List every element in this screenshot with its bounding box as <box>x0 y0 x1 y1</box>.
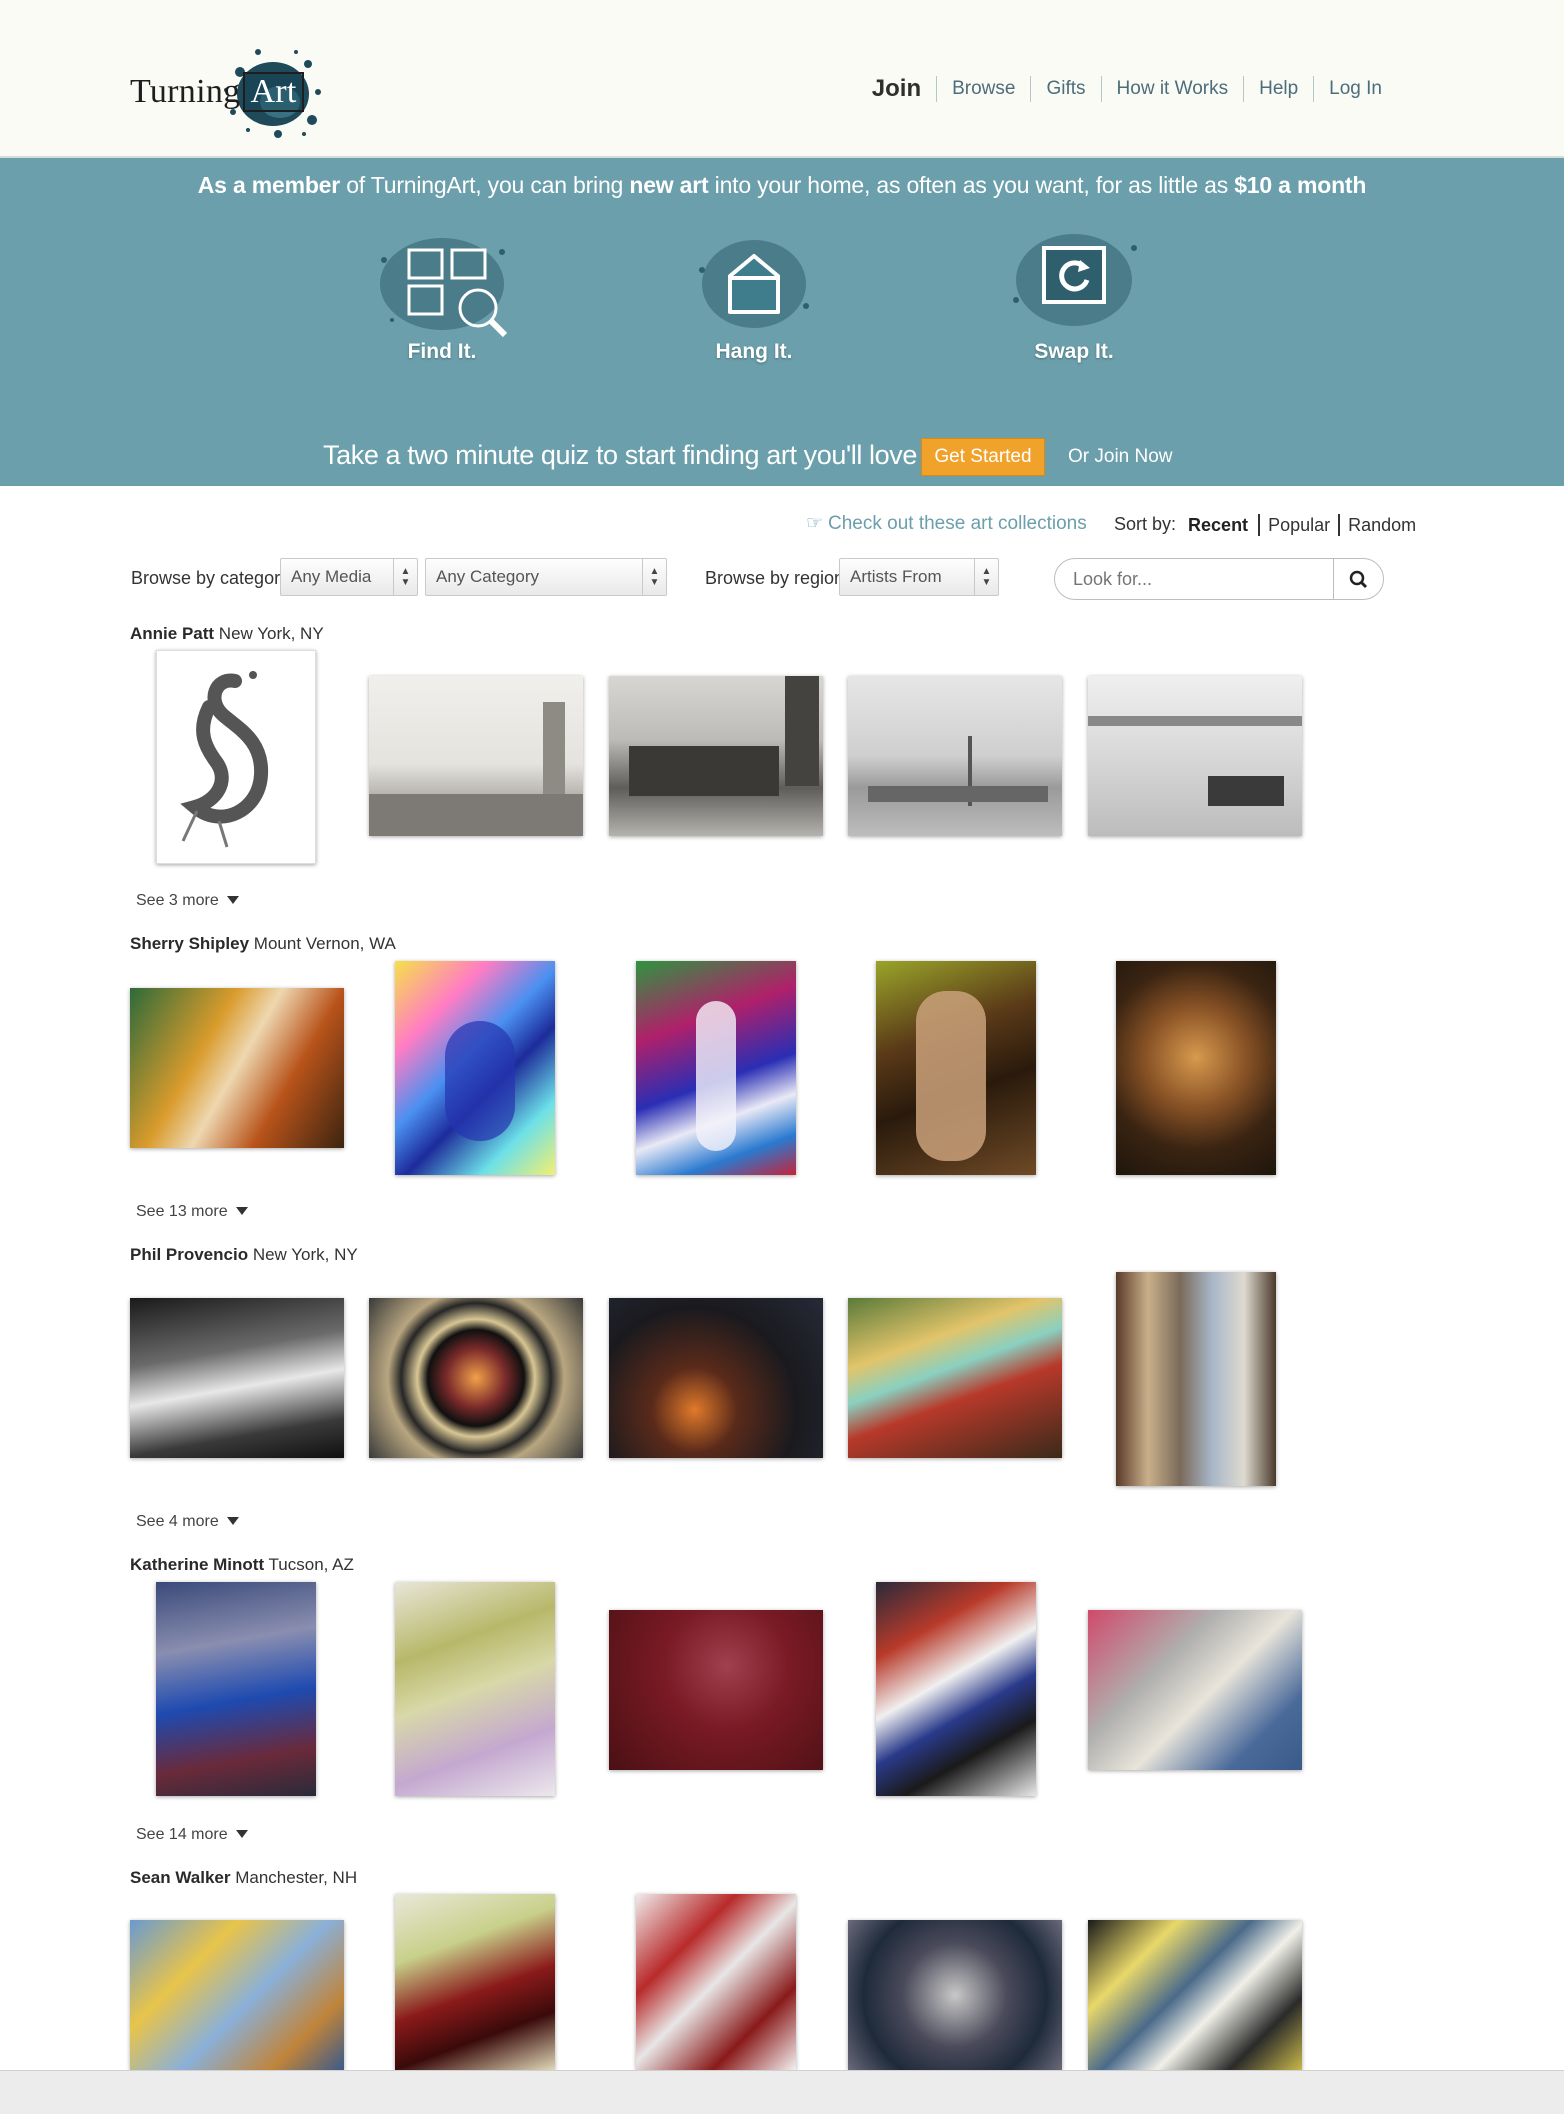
refresh-icon <box>1013 234 1137 326</box>
get-started-button[interactable]: Get Started <box>921 438 1045 476</box>
logo-wordmark: Turning Art <box>130 72 304 112</box>
house-icon <box>699 240 809 328</box>
artwork-thumbnail[interactable] <box>130 1298 344 1458</box>
sort-random[interactable]: Random <box>1338 514 1424 536</box>
artwork-thumbnail[interactable] <box>1088 1610 1302 1770</box>
step-label-hang: Hang It. <box>715 340 793 363</box>
step-label-swap: Swap It. <box>1034 340 1114 363</box>
search-button[interactable] <box>1333 559 1383 599</box>
main-nav: Join Browse Gifts How it Works Help Log … <box>857 76 1382 102</box>
quiz-prompt: Take a two minute quiz to start finding … <box>323 440 917 470</box>
select-arrows-icon: ▲ ▼ <box>393 559 417 595</box>
search-box <box>1054 558 1384 600</box>
sort-recent[interactable]: Recent <box>1180 514 1258 536</box>
artist-heading: Annie Patt New York, NY <box>130 624 324 644</box>
artwork-thumbnail[interactable] <box>609 1610 823 1770</box>
nav-browse[interactable]: Browse <box>936 76 1030 102</box>
artist-name[interactable]: Katherine Minott <box>130 1555 264 1574</box>
artwork-thumbnail[interactable] <box>395 1894 555 2070</box>
search-input[interactable] <box>1073 559 1323 599</box>
nav-how-it-works[interactable]: How it Works <box>1100 76 1244 102</box>
site-header: Turning Art Join Browse Gifts How it Work… <box>0 0 1564 158</box>
see-more-link[interactable]: See 3 more <box>136 892 239 910</box>
artist-heading: Sherry Shipley Mount Vernon, WA <box>130 934 396 954</box>
artwork-thumbnail[interactable] <box>1116 961 1276 1175</box>
browse-region-label: Browse by region <box>705 568 845 588</box>
artist-location: Manchester, NH <box>235 1868 358 1887</box>
region-select[interactable]: Artists From ▲ ▼ <box>839 558 999 596</box>
step-swap-it: Swap It. <box>984 230 1164 380</box>
artist-location: Tucson, AZ <box>268 1555 354 1574</box>
banner-headline: As a member of TurningArt, you can bring… <box>197 172 1367 198</box>
artwork-thumbnail[interactable] <box>636 961 796 1175</box>
artist-location: Mount Vernon, WA <box>253 934 396 953</box>
nav-join[interactable]: Join <box>857 76 936 102</box>
nav-help[interactable]: Help <box>1243 76 1313 102</box>
see-more-link[interactable]: See 13 more <box>136 1203 248 1221</box>
artist-heading: Katherine Minott Tucson, AZ <box>130 1555 354 1575</box>
artwork-thumbnail[interactable] <box>130 1920 344 2070</box>
collections-link[interactable]: ☞ Check out these art collections <box>806 512 1087 535</box>
artwork-thumbnail[interactable] <box>395 1582 555 1796</box>
select-arrows-icon: ▲ ▼ <box>974 559 998 595</box>
grid-search-icon <box>380 238 508 338</box>
pointing-hand-icon: ☞ <box>806 513 824 534</box>
browser-bottom-bar <box>0 2070 1564 2114</box>
artwork-thumbnail[interactable] <box>609 1298 823 1458</box>
page: { "header": { "logo_text": "Turning", "l… <box>0 0 1564 2114</box>
artwork-thumbnail[interactable] <box>876 961 1036 1175</box>
select-arrows-icon: ▲ ▼ <box>642 559 666 595</box>
artwork-thumbnail[interactable] <box>369 676 583 836</box>
artist-location: New York, NY <box>218 624 324 643</box>
sort-label: Sort by: <box>1114 514 1177 534</box>
artwork-thumbnail[interactable] <box>156 650 316 864</box>
membership-banner: As a member of TurningArt, you can bring… <box>0 158 1564 486</box>
artwork-thumbnail[interactable] <box>1088 1920 1302 2070</box>
sort-controls: Sort by: Recent Popular Random <box>1114 514 1424 536</box>
artist-name[interactable]: Phil Provencio <box>130 1245 248 1264</box>
artist-name[interactable]: Sherry Shipley <box>130 934 249 953</box>
artist-location: New York, NY <box>252 1245 358 1264</box>
step-find-it: Find It. <box>352 230 532 380</box>
category-select[interactable]: Any Category ▲ ▼ <box>425 558 667 596</box>
artist-name[interactable]: Annie Patt <box>130 624 214 643</box>
artwork-thumbnail[interactable] <box>395 961 555 1175</box>
artwork-thumbnail[interactable] <box>848 1920 1062 2070</box>
artwork-thumbnail[interactable] <box>1116 1272 1276 1486</box>
artwork-thumbnail[interactable] <box>130 988 344 1148</box>
step-hang-it: Hang It. <box>664 230 844 380</box>
nav-log-in[interactable]: Log In <box>1313 76 1382 102</box>
artwork-thumbnail[interactable] <box>369 1298 583 1458</box>
caret-down-icon <box>235 1830 248 1838</box>
nav-gifts[interactable]: Gifts <box>1030 76 1100 102</box>
browse-category-label: Browse by category <box>131 568 290 588</box>
artwork-thumbnail[interactable] <box>609 676 823 836</box>
artist-heading: Sean Walker Manchester, NH <box>130 1868 357 1888</box>
artwork-thumbnail[interactable] <box>636 1894 796 2070</box>
sort-popular[interactable]: Popular <box>1258 514 1338 536</box>
artwork-thumbnail[interactable] <box>156 1582 316 1796</box>
artwork-thumbnail[interactable] <box>1088 676 1302 836</box>
join-now-link[interactable]: Or Join Now <box>1068 446 1173 468</box>
caret-down-icon <box>235 1207 248 1215</box>
media-select[interactable]: Any Media ▲ ▼ <box>280 558 418 596</box>
see-more-link[interactable]: See 14 more <box>136 1826 248 1844</box>
step-label-find: Find It. <box>407 340 477 363</box>
caret-down-icon <box>226 896 239 904</box>
caret-down-icon <box>226 1517 239 1525</box>
turningart-logo[interactable]: Turning Art <box>128 38 328 148</box>
artwork-thumbnail[interactable] <box>848 676 1062 836</box>
artwork-thumbnail[interactable] <box>876 1582 1036 1796</box>
artist-name[interactable]: Sean Walker <box>130 1868 230 1887</box>
see-more-link[interactable]: See 4 more <box>136 1513 239 1531</box>
artist-heading: Phil Provencio New York, NY <box>130 1245 358 1265</box>
artwork-thumbnail[interactable] <box>848 1298 1062 1458</box>
search-icon <box>1349 570 1368 589</box>
